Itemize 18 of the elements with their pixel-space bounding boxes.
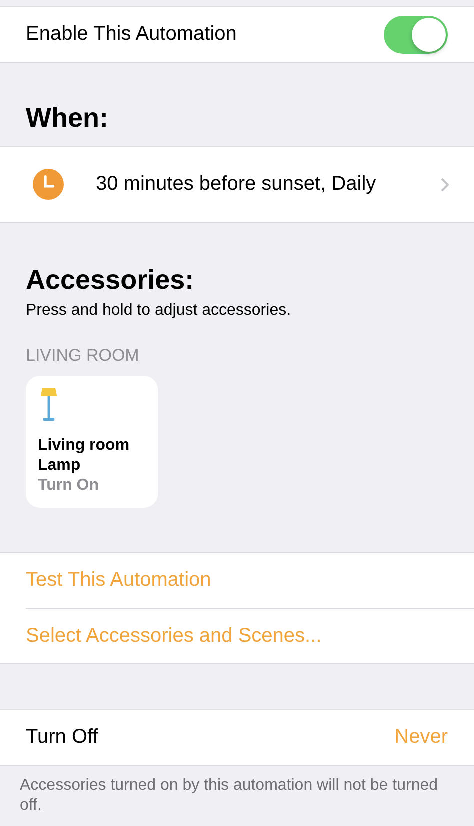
section-heading: When: bbox=[26, 103, 108, 134]
enable-toggle[interactable] bbox=[384, 16, 448, 54]
enable-label: Enable This Automation bbox=[26, 23, 237, 46]
section-heading: Accessories: bbox=[26, 265, 194, 296]
room-label: LIVING ROOM bbox=[26, 346, 140, 366]
action-link[interactable]: Test This Automation bbox=[26, 553, 474, 608]
footer-note: Accessories turned on by this automation will not be turned off. bbox=[20, 777, 438, 814]
clock-icon bbox=[33, 169, 64, 200]
accessory-action: Turn On bbox=[38, 476, 100, 496]
chevron-icon bbox=[440, 176, 450, 192]
hint-text: Press and hold to adjust accessories. bbox=[26, 302, 292, 320]
accessory-tile[interactable]: Living room Lamp Turn On bbox=[26, 376, 158, 508]
action-link[interactable]: Select Accessories and Scenes... bbox=[26, 608, 474, 663]
trigger-row[interactable]: 30 minutes before sunset, Daily bbox=[0, 146, 474, 223]
accessory-name: Living room Lamp bbox=[38, 436, 131, 476]
turn-off-value[interactable]: Never bbox=[394, 726, 448, 749]
lamp-icon bbox=[38, 388, 60, 422]
turn-off-label: Turn Off bbox=[26, 726, 98, 749]
